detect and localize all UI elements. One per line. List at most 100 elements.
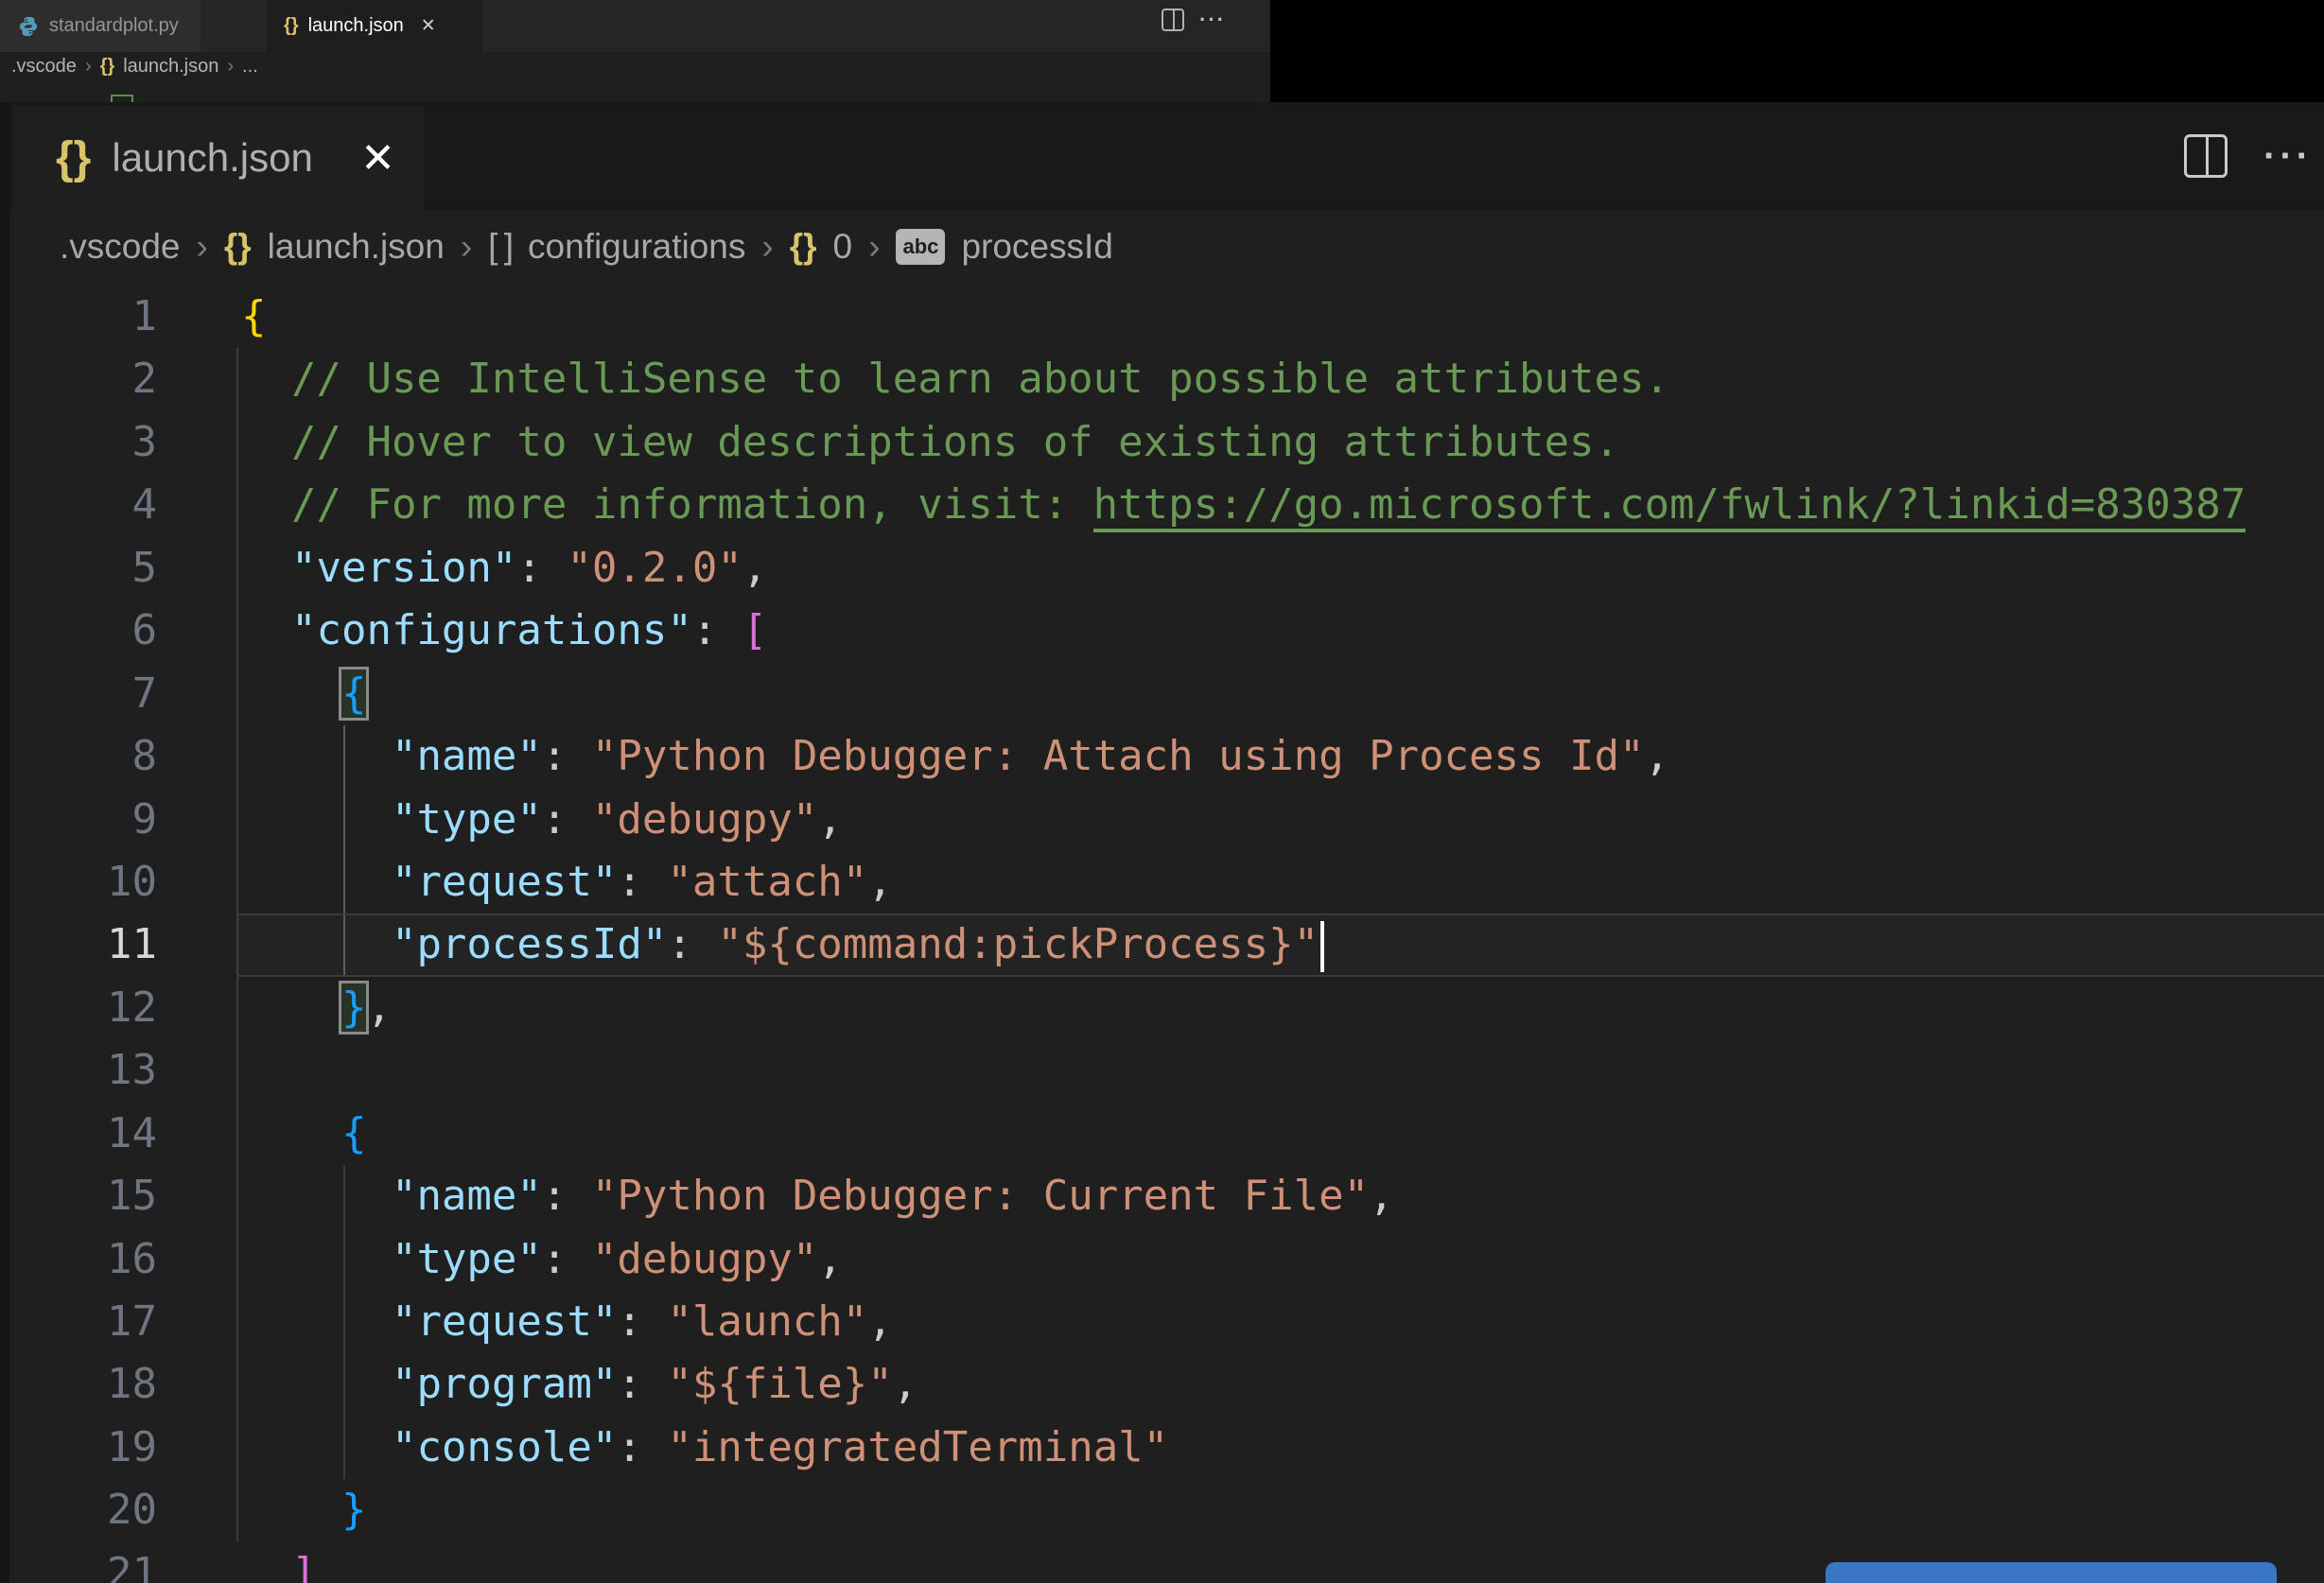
link-text[interactable]: https://go.microsoft.com/fwlink/?linkid=… [1092,480,2246,533]
code-text: "request": "launch", [241,1291,893,1353]
add-configuration-button[interactable] [1826,1562,2277,1583]
line-number[interactable]: 1 [9,286,158,348]
code-line[interactable]: 13 [9,1039,2324,1102]
line-number[interactable]: 7 [9,663,158,725]
code-line[interactable]: 14 { [9,1103,2324,1165]
chevron-right-icon: › [460,227,473,266]
code-text: "console": "integratedTerminal" [241,1417,1168,1479]
code-token: : [541,1172,592,1221]
code-text: "type": "debugpy", [241,1228,843,1291]
breadcrumb-folder[interactable]: .vscode [60,227,181,267]
breadcrumb-configurations[interactable]: configurations [528,227,745,267]
code-line[interactable]: 15 "name": "Python Debugger: Current Fil… [9,1165,2324,1227]
chevron-right-icon: › [84,56,92,77]
mini-tab-label: standardplot.py [49,15,179,36]
code-line[interactable]: 2 // Use IntelliSense to learn about pos… [9,348,2324,410]
line-number[interactable]: 13 [9,1039,157,1102]
code-line[interactable]: 4 // For more information, visit: https:… [9,474,2324,536]
line-number[interactable]: 6 [9,600,158,662]
code-line[interactable]: 3 // Hover to view descriptions of exist… [9,411,2324,474]
code-token: "debugpy" [591,794,818,844]
line-number[interactable]: 20 [9,1479,157,1541]
line-number[interactable]: 3 [9,411,158,474]
code-token: : [617,1422,668,1471]
code-token: , [366,983,392,1032]
breadcrumb-symbol[interactable]: processId [961,227,1112,267]
code-editor[interactable]: 1{2 // Use IntelliSense to learn about p… [9,284,2324,1583]
code-token: , [817,794,843,844]
line-number[interactable]: 12 [9,977,157,1039]
line-number[interactable]: 11 [9,913,157,976]
code-line[interactable]: 18 "program": "${file}", [9,1353,2324,1416]
code-token: : [516,543,568,592]
code-line[interactable]: 6 "configurations": [ [9,600,2324,662]
code-line[interactable]: 10 "request": "attach", [9,851,2324,913]
line-number[interactable]: 10 [9,851,157,913]
code-token: // For more information, visit: [290,480,1093,530]
line-number[interactable]: 4 [9,474,158,536]
code-text: "configurations": [ [241,600,767,662]
code-token: "request" [391,857,618,906]
code-line[interactable]: 19 "console": "integratedTerminal" [9,1417,2324,1479]
close-icon[interactable]: ✕ [360,134,395,183]
code-line[interactable]: 5 "version": "0.2.0", [9,537,2324,600]
line-number[interactable]: 18 [9,1353,157,1416]
line-number[interactable]: 21 [9,1542,157,1583]
code-line[interactable]: 12 }, [9,977,2324,1039]
code-token: "Python Debugger: Attach using Process I… [591,732,1645,781]
code-token: "configurations" [290,606,692,655]
line-number[interactable]: 8 [9,725,158,788]
code-token: "name" [391,1172,542,1221]
code-line[interactable]: 1{ [9,286,2324,348]
code-text: "version": "0.2.0", [241,537,767,600]
breadcrumb-folder[interactable]: .vscode [11,56,77,78]
code-text: { [241,286,267,348]
breadcrumb-file[interactable]: launch.json [123,56,218,78]
breadcrumb-more[interactable]: ... [242,56,258,78]
black-screen-region [1270,0,2324,102]
more-actions-icon[interactable]: ··· [1199,9,1226,31]
chevron-right-icon: › [227,56,235,77]
line-number[interactable]: 2 [9,348,158,410]
mini-tab-standardplot[interactable]: standardplot.py [0,0,201,52]
python-icon [20,16,37,36]
code-token: : [691,606,743,655]
code-token: } [341,1486,367,1535]
code-line[interactable]: 8 "name": "Python Debugger: Attach using… [9,725,2324,788]
line-number[interactable]: 16 [9,1228,157,1291]
breadcrumb-index[interactable]: 0 [833,227,853,267]
breadcrumb-file[interactable]: launch.json [268,227,445,267]
code-text: { [241,663,370,725]
code-text: } [241,1479,367,1541]
code-token: // Use IntelliSense to learn about possi… [290,355,1669,404]
code-line[interactable]: 20 } [9,1479,2324,1541]
code-text: // Use IntelliSense to learn about possi… [241,348,1669,410]
code-line[interactable]: 17 "request": "launch", [9,1291,2324,1353]
code-token: : [617,857,668,906]
more-actions-icon[interactable]: ··· [2263,137,2313,175]
tab-launch-json[interactable]: {} launch.json ✕ [13,106,424,210]
breadcrumb: .vscode › {} launch.json › [ ] configura… [9,210,2324,284]
code-text: "name": "Python Debugger: Current File", [241,1165,1394,1227]
line-number[interactable]: 19 [9,1417,157,1479]
line-number[interactable]: 14 [9,1103,157,1165]
code-text: // For more information, visit: https://… [241,474,2246,536]
split-editor-icon[interactable] [2184,134,2228,178]
line-number[interactable]: 9 [9,789,158,851]
code-line[interactable]: 16 "type": "debugpy", [9,1228,2324,1291]
mini-tab-label: launch.json [307,15,404,36]
code-line[interactable]: 11 "processId": "${command:pickProcess}" [9,913,2324,978]
split-editor-icon[interactable] [1162,9,1184,31]
code-line[interactable]: 9 "type": "debugpy", [9,789,2324,851]
line-number[interactable]: 5 [9,537,158,600]
line-number[interactable]: 17 [9,1291,157,1353]
code-text: // Hover to view descriptions of existin… [241,411,1619,474]
close-icon[interactable]: ✕ [421,15,436,37]
code-line[interactable]: 7 { [9,663,2324,725]
line-number[interactable]: 15 [9,1165,157,1227]
code-text: "name": "Python Debugger: Attach using P… [241,725,1669,788]
code-token: , [867,857,893,906]
code-token: , [1369,1172,1394,1221]
code-token: : [541,1234,592,1283]
mini-tab-launch-json[interactable]: {} launch.json ✕ [267,0,482,52]
